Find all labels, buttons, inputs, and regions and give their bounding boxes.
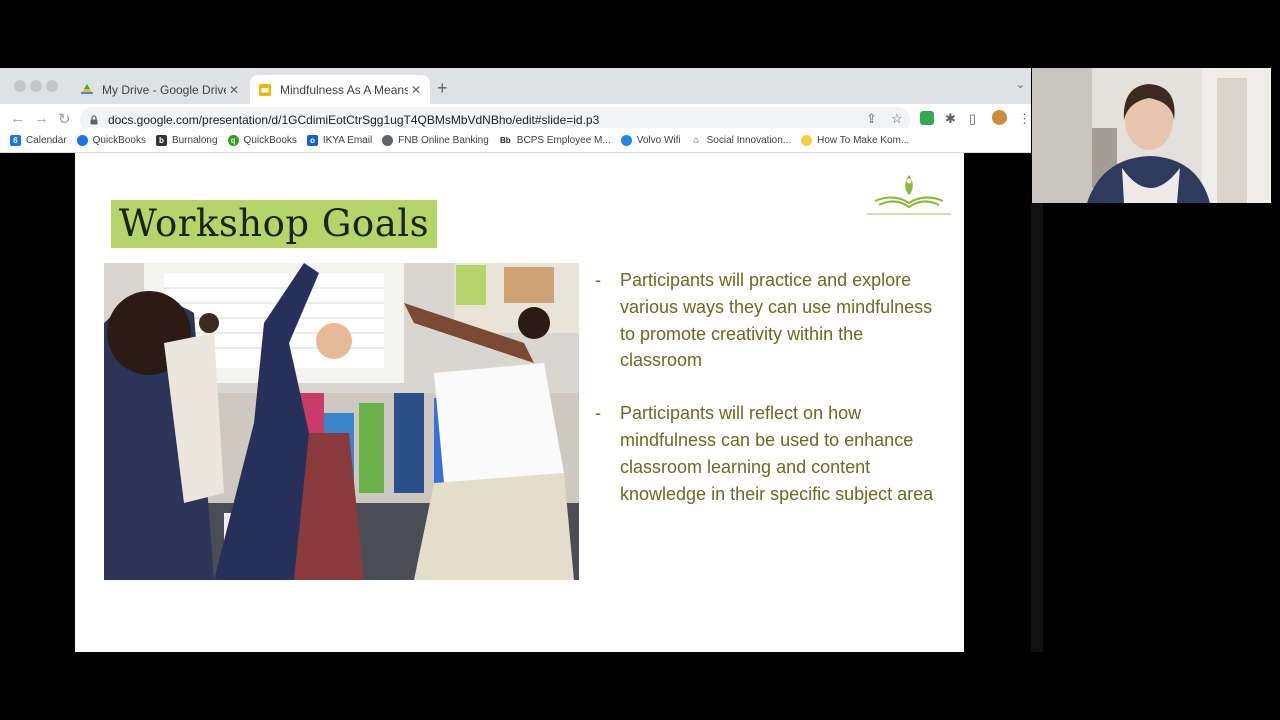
- yellow-circle-icon: [801, 134, 813, 146]
- tab-strip: My Drive - Google Drive ✕ Mindfulness As…: [0, 68, 1031, 104]
- new-tab-button[interactable]: +: [437, 78, 448, 99]
- bookmark-label: IKYA Email: [322, 134, 373, 146]
- tab-label: Mindfulness As A Means of Cr...: [280, 82, 408, 97]
- burnalong-icon: b: [155, 134, 167, 146]
- bookmark-label: QuickBooks: [92, 134, 146, 146]
- bookmark-bcps[interactable]: Bb BCPS Employee M...: [498, 134, 611, 146]
- bookmark-label: FNB Online Banking: [398, 134, 489, 146]
- bookmark-label: Social Innovation...: [706, 134, 792, 146]
- goal-text: Participants will practice and explore v…: [620, 270, 933, 371]
- globe-icon: [382, 134, 394, 146]
- extension-green-icon[interactable]: [920, 111, 934, 125]
- back-arrow-icon[interactable]: ←: [10, 110, 25, 127]
- blackboard-icon: Bb: [498, 134, 512, 146]
- maximize-window-button[interactable]: [46, 80, 58, 92]
- bookmark-how-to-make[interactable]: How To Make Kom...: [801, 134, 910, 146]
- globe-icon: [76, 134, 88, 146]
- profile-avatar[interactable]: [992, 110, 1007, 125]
- bookmark-quickbooks[interactable]: QuickBooks: [76, 134, 146, 146]
- share-icon[interactable]: ⇪: [866, 111, 877, 127]
- bookmark-quickbooks-2[interactable]: q QuickBooks: [227, 134, 297, 146]
- forward-arrow-icon[interactable]: →: [34, 110, 49, 127]
- goals-list: - Participants will practice and explore…: [595, 267, 935, 533]
- home-icon: ⌂: [690, 134, 702, 146]
- bookmark-label: Burnalong: [171, 134, 218, 146]
- lock-icon: [90, 115, 98, 125]
- google-drive-icon: [81, 83, 93, 94]
- goal-item: - Participants will practice and explore…: [595, 270, 933, 371]
- goal-item: - Participants will reflect on how mindf…: [595, 403, 934, 504]
- url-text: docs.google.com/presentation/d/1GCdimiEo…: [108, 113, 600, 127]
- outlook-icon: o: [306, 134, 318, 146]
- slide-title: Workshop Goals: [118, 202, 430, 245]
- presenter-webcam: [1032, 68, 1271, 203]
- side-panel-icon[interactable]: ▯: [969, 111, 976, 127]
- bookmarks-bar: 6 Calendar QuickBooks b Burnalong q QuickBo…: [0, 128, 1031, 153]
- bookmark-label: Volvo Wifi: [636, 134, 681, 146]
- extensions-puzzle-icon[interactable]: ✱: [945, 111, 956, 127]
- bookmark-star-icon[interactable]: ☆: [891, 111, 903, 127]
- bookmark-calendar[interactable]: 6 Calendar: [10, 134, 67, 146]
- tab-mindfulness-slides[interactable]: Mindfulness As A Means of Cr... ✕: [250, 75, 430, 104]
- bookmark-label: Calendar: [26, 134, 67, 146]
- title-highlight: Workshop Goals: [111, 200, 437, 248]
- bookmark-fnb-banking[interactable]: FNB Online Banking: [382, 134, 489, 146]
- google-slides-icon: [259, 83, 271, 96]
- bookmark-volvo-wifi[interactable]: Volvo Wifi: [620, 134, 681, 146]
- wifi-icon: [620, 134, 632, 146]
- close-tab-icon[interactable]: ✕: [408, 83, 424, 97]
- quickbooks-icon: q: [227, 134, 239, 146]
- bookmark-label: BCPS Employee M...: [516, 134, 611, 146]
- window-edge: [1031, 203, 1043, 652]
- tab-search-chevron-icon[interactable]: ⌄: [1016, 78, 1025, 91]
- bookmark-burnalong[interactable]: b Burnalong: [155, 134, 218, 146]
- close-tab-icon[interactable]: ✕: [226, 83, 242, 97]
- presentation-slide: Workshop Goals - Participants will pract…: [75, 153, 964, 652]
- bookmark-label: QuickBooks: [243, 134, 297, 146]
- tab-label: My Drive - Google Drive: [102, 82, 226, 97]
- bookmark-label: How To Make Kom...: [817, 134, 910, 146]
- bookmark-social-innovation[interactable]: ⌂ Social Innovation...: [690, 134, 792, 146]
- classroom-yoga-photo: [104, 263, 579, 580]
- goal-text: Participants will reflect on how mindful…: [620, 403, 934, 504]
- reload-icon[interactable]: ↻: [58, 110, 71, 128]
- minimize-window-button[interactable]: [30, 80, 42, 92]
- organization-logo: [867, 175, 951, 215]
- bookmark-ikya-email[interactable]: o IKYA Email: [306, 134, 373, 146]
- calendar-icon: 6: [10, 134, 21, 146]
- close-window-button[interactable]: [14, 80, 26, 92]
- tab-my-drive[interactable]: My Drive - Google Drive ✕: [72, 75, 248, 104]
- menu-kebab-icon[interactable]: ⋮: [1018, 111, 1031, 127]
